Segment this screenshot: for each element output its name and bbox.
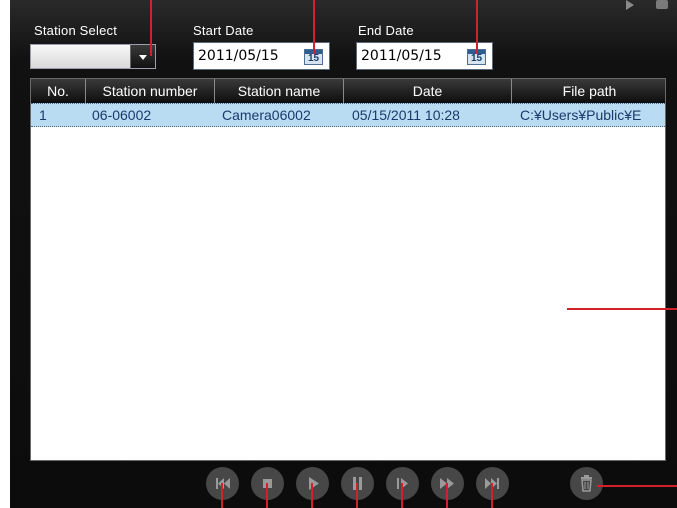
column-header-no[interactable]: No. [31, 79, 86, 103]
callout-line [313, 0, 315, 54]
start-date-field[interactable]: 2011/05/15 15 [193, 42, 330, 70]
station-select-label: Station Select [34, 23, 118, 38]
screenshot: Station Select Start Date End Date 2011/… [0, 0, 677, 508]
station-select-dropdown[interactable] [30, 44, 156, 69]
start-date-label: Start Date [193, 23, 254, 38]
chevron-down-icon [139, 55, 147, 60]
cell-date: 05/15/2011 10:28 [352, 107, 460, 123]
window-play-icon[interactable] [626, 0, 634, 10]
callout-line [446, 483, 448, 508]
end-date-value: 2011/05/15 [361, 48, 442, 64]
table-header: No. Station number Station name Date Fil… [31, 79, 665, 103]
callout-line [221, 483, 223, 508]
callout-line [597, 485, 677, 487]
trash-icon [581, 475, 592, 492]
callout-line [491, 483, 493, 508]
cell-station-number: 06-06002 [92, 107, 152, 123]
callout-line [476, 0, 478, 54]
callout-line [266, 483, 268, 508]
callout-line [401, 483, 403, 508]
column-header-date[interactable]: Date [344, 79, 512, 103]
window-menu-icon[interactable] [656, 0, 668, 9]
results-table[interactable]: No. Station number Station name Date Fil… [30, 78, 666, 461]
callout-line [356, 483, 358, 508]
column-header-file-path[interactable]: File path [512, 79, 667, 103]
calendar-day: 15 [470, 53, 483, 64]
end-date-field[interactable]: 2011/05/15 15 [356, 42, 493, 70]
start-date-value: 2011/05/15 [198, 48, 279, 64]
cell-no: 1 [39, 107, 47, 123]
end-date-label: End Date [358, 23, 414, 38]
callout-line [567, 308, 677, 310]
callout-line [311, 483, 313, 508]
calendar-day: 15 [307, 53, 320, 64]
callout-line [150, 0, 152, 56]
column-header-station-number[interactable]: Station number [86, 79, 215, 103]
table-row[interactable]: 1 06-06002 Camera06002 05/15/2011 10:28 … [31, 103, 665, 127]
column-header-station-name[interactable]: Station name [215, 79, 344, 103]
cell-file-path: C:¥Users¥Public¥E [520, 107, 642, 123]
delete-button[interactable] [570, 467, 603, 500]
cell-station-name: Camera06002 [222, 107, 311, 123]
